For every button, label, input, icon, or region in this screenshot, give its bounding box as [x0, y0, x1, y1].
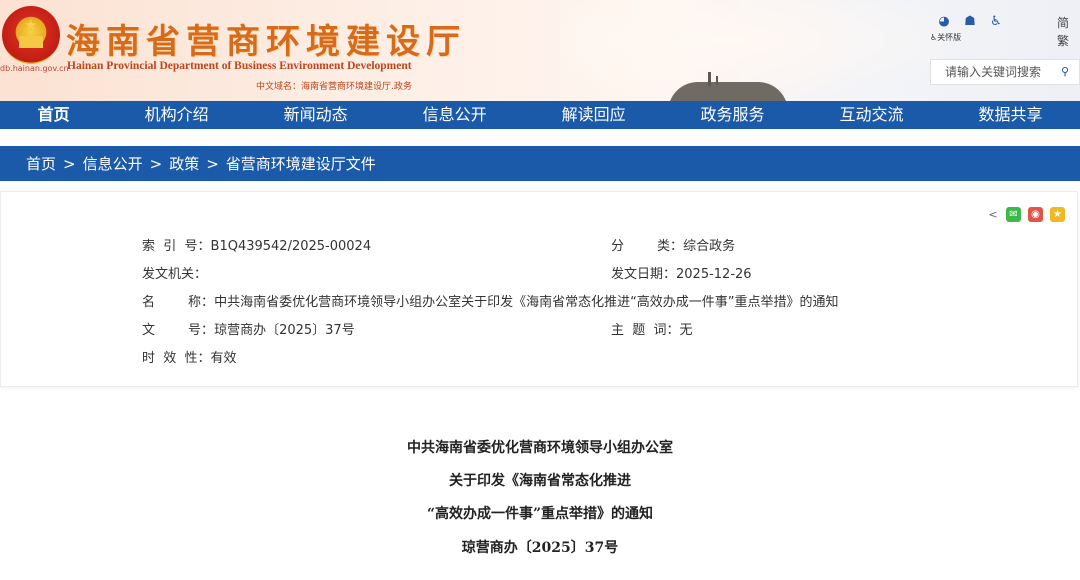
nav-item-gov-service[interactable]: 政务服务	[663, 101, 802, 129]
document-info-panel: < ✉ ◉ ★ 索 引 号：B1Q439542/2025-00024 分 类：综…	[0, 191, 1078, 387]
issuer-row: 发文机关：	[142, 263, 207, 282]
index-number-row: 索 引 号：B1Q439542/2025-00024	[142, 235, 371, 254]
care-mode-label: 关怀版	[937, 33, 962, 42]
nav-item-home[interactable]: 首页	[0, 101, 108, 129]
search-icon[interactable]: ⚲	[1061, 65, 1075, 79]
site-title-en: Hainan Provincial Department of Business…	[67, 60, 412, 72]
traditional-chinese-link[interactable]: 繁	[1057, 32, 1069, 49]
banner-tower-small	[716, 76, 718, 85]
simplified-chinese-link[interactable]: 简	[1057, 14, 1069, 31]
site-title[interactable]: 海南省营商环境建设厅	[66, 14, 466, 63]
document-title-line-2: 关于印发《海南省常态化推进	[449, 473, 631, 489]
chinese-domain: 中文域名：海南省营商环境建设厅.政务	[256, 82, 412, 92]
nav-item-about[interactable]: 机构介绍	[107, 101, 246, 129]
banner-tower	[708, 72, 711, 86]
index-number-value: B1Q439542/2025-00024	[210, 239, 372, 254]
document-title-line-1: 中共海南省委优化营商环境领导小组办公室	[407, 440, 673, 456]
national-emblem-icon[interactable]: ★	[2, 6, 60, 64]
weibo-icon[interactable]: ◕	[936, 15, 952, 29]
robot-icon[interactable]: ☗	[962, 15, 978, 29]
banner-hill	[668, 82, 788, 101]
breadcrumb-dept-documents[interactable]: 省营商环境建设厅文件	[226, 153, 376, 174]
breadcrumb-separator: >	[206, 154, 219, 173]
nav-item-interaction[interactable]: 互动交流	[802, 101, 941, 129]
search-box: ⚲	[930, 59, 1080, 85]
breadcrumb-separator: >	[149, 154, 163, 173]
category-row: 分 类：综合政务	[611, 235, 735, 254]
issue-date-row: 发文日期：2025-12-26	[611, 263, 752, 282]
doc-number-row: 文 号：琼营商办〔2025〕37号	[142, 319, 355, 338]
search-input[interactable]	[931, 60, 1061, 84]
validity-value: 有效	[210, 351, 237, 366]
nav-item-info-disclosure[interactable]: 信息公开	[385, 101, 524, 129]
nav-item-news[interactable]: 新闻动态	[246, 101, 385, 129]
breadcrumb-info-disclosure[interactable]: 信息公开	[83, 153, 143, 174]
issue-date-label: 发文日期：	[611, 267, 677, 282]
top-icon-bar: ◕ ☗ ♿	[936, 15, 1004, 31]
issue-date-value: 2025-12-26	[676, 267, 752, 282]
issuer-label: 发文机关：	[142, 267, 208, 282]
keywords-value: 无	[679, 323, 693, 338]
index-number-label: 索 引 号：	[142, 239, 211, 254]
share-bar: < ✉ ◉ ★	[987, 207, 1065, 222]
breadcrumb: 首页 > 信息公开 > 政策 > 省营商环境建设厅文件	[0, 146, 1080, 181]
doc-name-label: 名 称：	[142, 295, 215, 310]
validity-label: 时 效 性：	[142, 351, 211, 366]
document-number-line: 琼营商办〔2025〕37号	[461, 540, 619, 556]
site-banner: ★ db.hainan.gov.cn 海南省营商环境建设厅 Hainan Pro…	[0, 0, 1080, 101]
wechat-share-icon[interactable]: ✉	[1006, 207, 1021, 222]
doc-number-value: 琼营商办〔2025〕37号	[214, 323, 355, 338]
qzone-share-icon[interactable]: ★	[1050, 207, 1065, 222]
accessibility-icon[interactable]: ♿	[988, 15, 1004, 29]
nav-item-interpretation[interactable]: 解读回应	[524, 101, 663, 129]
main-nav: 首页 机构介绍 新闻动态 信息公开 解读回应 政务服务 互动交流 数据共享	[0, 101, 1080, 129]
site-domain: db.hainan.gov.cn	[0, 64, 69, 73]
breadcrumb-policy[interactable]: 政策	[169, 153, 199, 174]
weibo-share-icon[interactable]: ◉	[1028, 207, 1043, 222]
category-label: 分 类：	[611, 239, 684, 254]
validity-row: 时 效 性：有效	[142, 347, 237, 366]
nav-item-data-sharing[interactable]: 数据共享	[941, 101, 1080, 129]
breadcrumb-separator: >	[63, 154, 76, 173]
doc-number-label: 文 号：	[142, 323, 215, 338]
category-value: 综合政务	[683, 239, 736, 254]
keywords-label: 主 题 词：	[611, 323, 680, 338]
share-icon: <	[988, 208, 998, 221]
care-mode-link[interactable]: ♿关怀版	[930, 32, 961, 43]
keywords-row: 主 题 词：无	[611, 319, 693, 338]
doc-name-value: 中共海南省委优化营商环境领导小组办公室关于印发《海南省常态化推进“高效办成一件事…	[214, 295, 839, 310]
document-title-line-3: “高效办成一件事”重点举措》的通知	[426, 506, 654, 522]
doc-name-row: 名 称：中共海南省委优化营商环境领导小组办公室关于印发《海南省常态化推进“高效办…	[142, 291, 839, 310]
breadcrumb-home[interactable]: 首页	[26, 153, 56, 174]
